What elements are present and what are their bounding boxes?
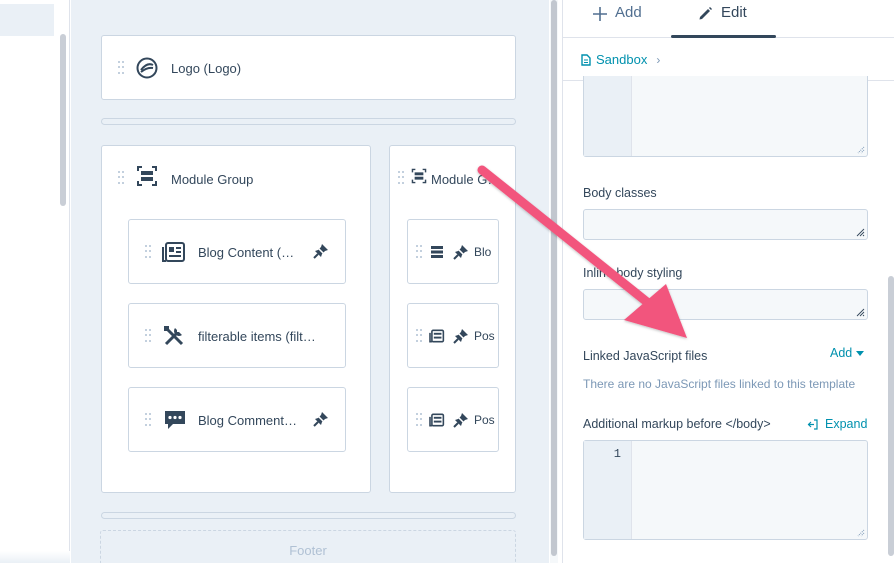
tab-edit-label: Edit — [721, 4, 747, 21]
resize-handle-icon[interactable] — [856, 528, 865, 537]
drag-handle-icon[interactable] — [416, 413, 422, 427]
panel-scrollbar[interactable] — [888, 276, 894, 556]
pin-icon[interactable] — [453, 244, 469, 260]
drag-handle-icon[interactable] — [145, 329, 151, 343]
module-filterable-items[interactable]: filterable items (filt… — [128, 303, 346, 368]
breadcrumb[interactable]: Sandbox › — [581, 52, 660, 67]
footer-label: Footer — [289, 543, 327, 558]
body-classes-input[interactable] — [583, 209, 868, 240]
module-group-icon — [137, 166, 157, 186]
expand-label: Expand — [825, 417, 868, 431]
no-js-files-text: There are no JavaScript files linked to … — [583, 377, 856, 391]
logo-module-label: Logo (Logo) — [171, 61, 242, 76]
module-blog-content[interactable]: Blog Content (… — [128, 219, 346, 284]
head-markup-editor[interactable] — [583, 76, 868, 157]
body-markup-editor[interactable]: 1 — [583, 440, 868, 540]
sidebar-shadow — [0, 551, 70, 563]
module-label: Pos — [474, 329, 495, 343]
module-label: Pos — [474, 413, 495, 427]
drag-handle-icon[interactable] — [118, 171, 124, 185]
caret-down-icon — [856, 350, 865, 356]
module-group-label: Module G… — [431, 172, 501, 187]
selected-sidebar-row[interactable] — [0, 4, 54, 36]
module-item[interactable]: Blo — [407, 219, 499, 284]
markup-before-body-label: Additional markup before </body> — [583, 417, 771, 431]
chevron-right-icon: › — [656, 52, 661, 67]
tab-edit[interactable]: Edit — [671, 0, 747, 38]
inline-body-styling-input[interactable] — [583, 289, 868, 320]
module-label: filterable items (filt… — [198, 329, 316, 344]
module-item[interactable]: Pos — [407, 387, 499, 452]
post-icon — [429, 413, 445, 427]
module-label: Blog Comment… — [198, 413, 297, 428]
module-label: Blo — [474, 245, 492, 259]
expand-button[interactable]: Expand — [807, 417, 867, 431]
drag-handle-icon[interactable] — [416, 329, 422, 343]
tab-add[interactable]: Add — [593, 0, 642, 38]
expand-icon — [807, 418, 818, 430]
code-gutter: 1 — [584, 441, 632, 539]
comment-icon — [165, 411, 185, 429]
breadcrumb-sandbox[interactable]: Sandbox — [596, 52, 647, 67]
drag-handle-icon[interactable] — [145, 413, 151, 427]
stack-icon — [431, 246, 443, 258]
inspector-panel: Add Edit Sandbox › Body classes Inline b… — [562, 0, 894, 563]
logo-module[interactable]: Logo (Logo) — [101, 35, 516, 100]
row-divider — [101, 118, 516, 125]
canvas-scrollbar[interactable] — [550, 0, 558, 563]
pin-icon[interactable] — [453, 412, 469, 428]
left-sidebar — [0, 0, 70, 563]
canvas-scroll-thumb[interactable] — [551, 0, 557, 556]
module-blog-comments[interactable]: Blog Comment… — [128, 387, 346, 452]
pin-icon[interactable] — [453, 328, 469, 344]
tools-icon — [164, 326, 184, 346]
module-group-left[interactable]: Module Group Blog Content (… filterable … — [101, 145, 371, 493]
footer-drop-zone[interactable]: Footer — [100, 530, 516, 563]
tab-add-label: Add — [615, 4, 642, 21]
drag-handle-icon[interactable] — [118, 61, 124, 75]
panel-tabs: Add Edit — [563, 0, 894, 38]
pin-icon[interactable] — [313, 411, 329, 427]
pencil-icon — [699, 7, 712, 20]
module-group-label: Module Group — [171, 172, 254, 187]
add-js-button[interactable]: Add — [830, 346, 865, 360]
drag-handle-icon[interactable] — [416, 245, 422, 259]
resize-handle-icon[interactable] — [856, 228, 865, 237]
active-tab-indicator — [671, 35, 776, 38]
drag-handle-icon[interactable] — [398, 171, 404, 185]
post-icon — [429, 329, 445, 343]
add-js-label: Add — [830, 346, 853, 360]
resize-handle-icon[interactable] — [856, 308, 865, 317]
pin-icon[interactable] — [313, 243, 329, 259]
body-classes-label: Body classes — [583, 186, 657, 200]
module-group-icon — [411, 168, 427, 184]
module-group-right[interactable]: Module G… Blo Pos Pos — [389, 145, 516, 493]
module-item[interactable]: Pos — [407, 303, 499, 368]
plus-icon — [593, 7, 607, 21]
linked-js-label: Linked JavaScript files — [583, 349, 708, 363]
layout-canvas: Logo (Logo) Module Group Blog Content (… — [71, 0, 549, 563]
left-scrollbar[interactable] — [60, 34, 66, 206]
drag-handle-icon[interactable] — [145, 245, 151, 259]
resize-handle-icon[interactable] — [856, 145, 865, 154]
blog-content-icon — [162, 242, 185, 262]
line-number: 1 — [613, 447, 621, 461]
module-label: Blog Content (… — [198, 245, 295, 260]
row-divider — [101, 512, 516, 519]
code-gutter — [584, 76, 632, 156]
document-icon — [581, 53, 591, 66]
inline-body-styling-label: Inline body styling — [583, 266, 683, 280]
logo-icon — [136, 57, 158, 79]
